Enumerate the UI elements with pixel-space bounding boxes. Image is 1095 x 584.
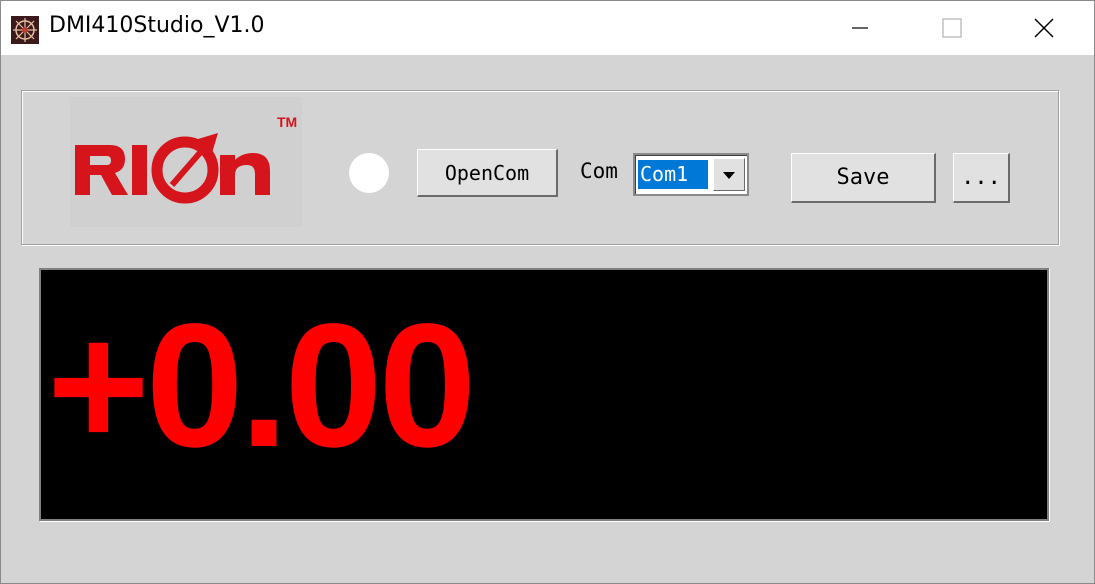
app-window: DMI410Studio_V1.0 TM OpenCom Com Com1 Sa… <box>0 0 1095 584</box>
open-com-button[interactable]: OpenCom <box>417 149 558 197</box>
com-port-label: Com <box>580 159 618 183</box>
maximize-icon <box>942 18 962 38</box>
minimize-icon <box>852 27 868 29</box>
save-button[interactable]: Save <box>791 153 936 203</box>
browse-button[interactable]: ... <box>953 153 1010 203</box>
chevron-down-icon <box>723 171 735 179</box>
com-port-dropdown-button[interactable] <box>713 158 745 191</box>
window-title: DMI410Studio_V1.0 <box>49 13 265 38</box>
close-button[interactable] <box>998 1 1090 55</box>
client-area: TM OpenCom Com Com1 Save ... +0.00 <box>2 55 1093 583</box>
rion-logo: TM <box>70 97 302 227</box>
measurement-value: +0.00 <box>47 288 476 484</box>
minimize-button[interactable] <box>814 1 906 55</box>
control-panel: TM OpenCom Com Com1 Save ... <box>21 90 1059 245</box>
com-port-select[interactable]: Com1 <box>633 153 749 196</box>
rion-logo-graphic: TM <box>75 114 297 204</box>
title-bar[interactable]: DMI410Studio_V1.0 <box>1 1 1094 55</box>
app-icon <box>11 16 39 44</box>
com-port-selected-value[interactable]: Com1 <box>638 160 708 189</box>
trademark-text: TM <box>277 114 297 130</box>
reading-display: +0.00 <box>39 268 1049 521</box>
connection-status-indicator <box>349 153 389 193</box>
maximize-button[interactable] <box>906 1 998 55</box>
close-icon <box>1034 18 1054 38</box>
